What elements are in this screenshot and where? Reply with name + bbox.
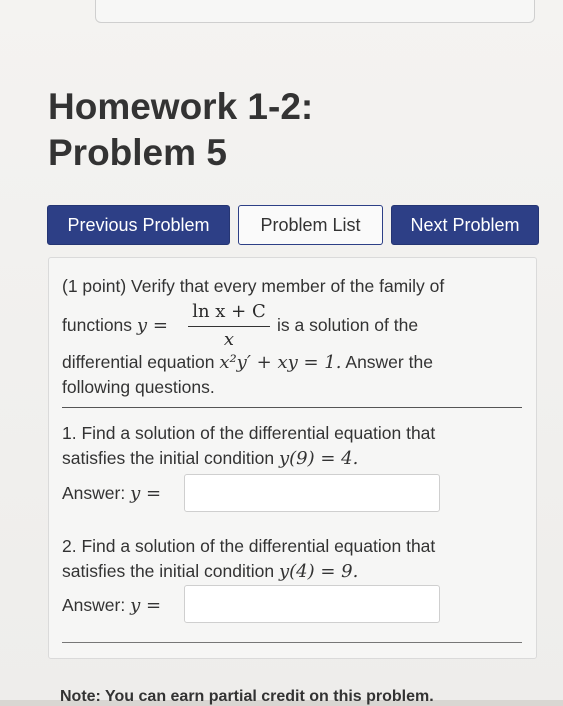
q2-line1: 2. Find a solution of the differential e… [62,536,436,556]
differential-equation-text: differential equation [62,352,215,372]
fraction-numerator: ln x + C [192,301,266,322]
family-fraction: ln x + C x [188,301,270,350]
q1-answer-input[interactable] [184,474,440,512]
footer-note: Note: You can earn partial credit on thi… [60,688,434,705]
page: Homework 1-2: Problem 5 Previous Problem… [0,0,563,705]
q2-answer-text: Answer: [62,595,126,615]
previous-problem-button[interactable]: Previous Problem [47,205,230,245]
q1-answer-text: Answer: [62,483,126,503]
answer-the-text: Answer the [345,352,433,372]
problem-intro-line3: differential equation x²y′ + xy = 1. Ans… [62,352,433,373]
q2-answer-input[interactable] [184,585,440,623]
page-title-line2: Problem 5 [48,132,227,173]
top-cut-header [95,0,535,23]
intro-divider [62,407,522,408]
q1-condition-text: satisfies the initial condition [62,448,275,468]
functions-text: functions [62,315,133,335]
problem-navigation: Previous Problem Problem List Next Probl… [47,205,539,247]
q2-condition: y(4) = 9. [278,561,359,582]
differential-equation: x²y′ + xy = 1. [219,352,342,373]
q2-line2: satisfies the initial condition y(4) = 9… [62,561,358,582]
page-title: Homework 1-2: Problem 5 [48,84,313,176]
q1-line2: satisfies the initial condition y(9) = 4… [62,448,358,469]
solution-text: is a solution of the [277,315,419,335]
problem-intro-line1: (1 point) Verify that every member of th… [62,276,445,296]
bottom-divider [62,642,522,643]
fraction-denominator: x [223,329,235,350]
problem-intro-line2: functions y = [62,315,168,336]
q1-line1: 1. Find a solution of the differential e… [62,423,436,443]
q2-answer-label: Answer: y = [62,595,161,616]
problem-panel: (1 point) Verify that every member of th… [48,257,537,659]
q2-answer-var: y = [130,595,162,616]
problem-intro-line4: following questions. [62,377,215,397]
problem-list-button[interactable]: Problem List [238,205,383,245]
page-title-line1: Homework 1-2: [48,86,314,127]
q1-answer-var: y = [130,483,162,504]
q1-condition: y(9) = 4. [278,448,359,469]
next-problem-button[interactable]: Next Problem [391,205,539,245]
q1-answer-label: Answer: y = [62,483,161,504]
y-equals: y = [136,315,168,336]
q2-condition-text: satisfies the initial condition [62,561,275,581]
fraction-bar [188,326,270,327]
